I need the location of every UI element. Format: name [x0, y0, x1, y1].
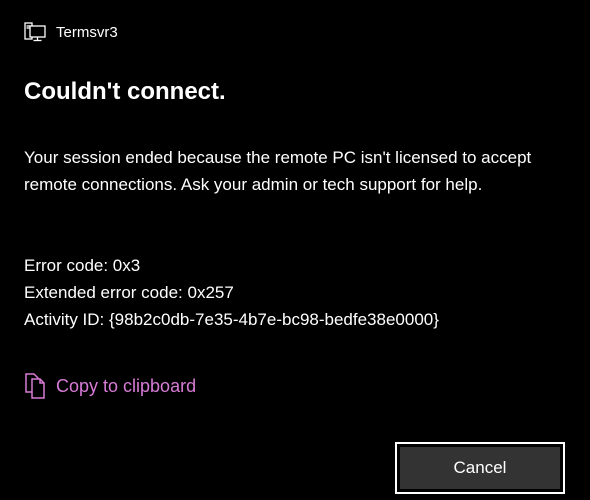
cancel-button[interactable]: Cancel [395, 442, 565, 494]
error-message: Your session ended because the remote PC… [24, 148, 532, 194]
title-bar: Termsvr3 [24, 20, 118, 44]
window-title: Termsvr3 [56, 23, 118, 41]
cancel-button-label: Cancel [400, 447, 560, 489]
copy-to-clipboard-label: Copy to clipboard [56, 375, 197, 396]
remote-desktop-icon [24, 21, 46, 43]
dialog-heading: Couldn't connect. [24, 78, 226, 105]
copy-icon [24, 372, 50, 400]
activity-id: Activity ID: {98b2c0db-7e35-4b7e-bc98-be… [24, 310, 439, 329]
extended-error-code: Extended error code: 0x257 [24, 283, 234, 302]
error-code: Error code: 0x3 [24, 256, 141, 275]
error-details: Error code: 0x3 Extended error code: 0x2… [24, 252, 439, 333]
copy-to-clipboard-link[interactable]: Copy to clipboard [24, 372, 196, 400]
